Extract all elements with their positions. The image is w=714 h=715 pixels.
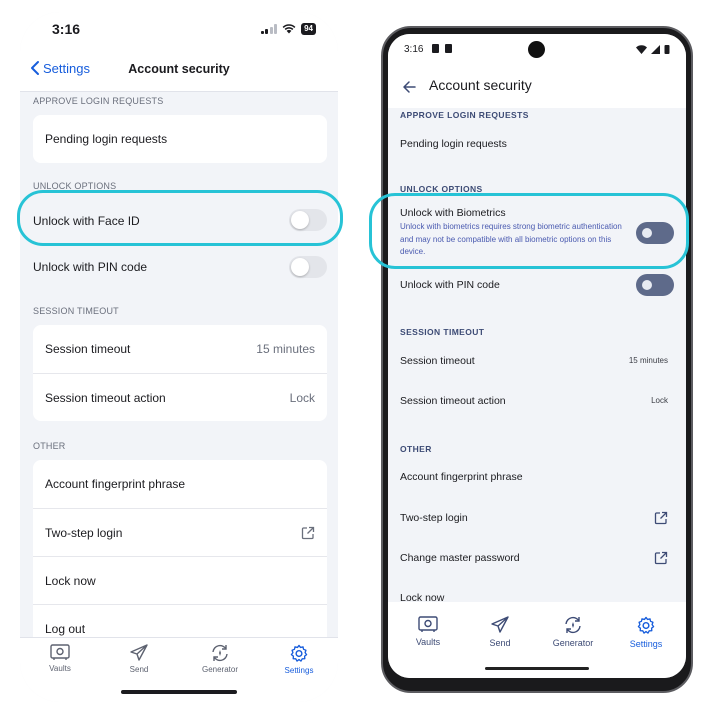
fingerprint-phrase-row[interactable]: Account fingerprint phrase <box>400 471 672 483</box>
lock-now-row[interactable]: Lock now <box>33 556 327 604</box>
tab-send[interactable]: Send <box>470 616 530 648</box>
battery-icon: 94 <box>301 23 316 35</box>
section-session-timeout: SESSION TIMEOUT <box>400 327 485 337</box>
page-title: Account security <box>128 62 230 76</box>
two-step-login-row[interactable]: Two-step login <box>400 511 672 525</box>
send-icon <box>491 616 509 633</box>
session-timeout-row[interactable]: Session timeout 15 minutes <box>33 325 327 373</box>
ios-phone-screen: 3:16 94 Settings Account security APPROV… <box>20 12 338 702</box>
tab-generator[interactable]: Generator <box>543 616 603 648</box>
row-label: Log out <box>45 621 86 636</box>
status-time: 3:16 <box>52 21 81 37</box>
arrow-left-icon[interactable] <box>402 80 416 94</box>
tab-settings[interactable]: Settings <box>616 616 676 649</box>
face-id-toggle[interactable] <box>289 209 327 231</box>
android-status-bar: 3:16 <box>388 34 686 68</box>
home-indicator <box>121 690 237 694</box>
ios-tab-bar: Vaults Send Generator Settings <box>20 637 338 702</box>
section-approve-login: APPROVE LOGIN REQUESTS <box>400 110 529 120</box>
battery-icon <box>664 45 670 54</box>
session-timeout-action-value: Lock <box>289 390 315 405</box>
android-nav-bar: Vaults Send Generator Settings <box>388 602 686 678</box>
section-approve-login: APPROVE LOGIN REQUESTS <box>33 96 164 106</box>
gesture-bar <box>485 667 589 670</box>
pending-login-requests-row[interactable]: Pending login requests <box>400 138 672 150</box>
unlock-pin-label: Unlock with PIN code <box>33 260 148 274</box>
row-label: Pending login requests <box>45 132 168 146</box>
section-other: OTHER <box>33 441 66 451</box>
session-timeout-row[interactable]: Session timeout 15 minutes <box>400 355 672 367</box>
ios-nav-bar: Settings Account security <box>20 48 338 92</box>
generator-icon <box>212 644 228 662</box>
section-other: OTHER <box>400 444 432 454</box>
row-label: Two-step login <box>400 512 468 524</box>
approve-card: Pending login requests <box>33 115 327 163</box>
session-timeout-action-row[interactable]: Session timeout action Lock <box>400 395 672 407</box>
wifi-icon <box>636 44 647 54</box>
page-title: Account security <box>429 77 532 93</box>
camera-cutout <box>528 41 545 58</box>
external-link-icon <box>301 526 315 539</box>
row-label: Session timeout <box>400 355 475 367</box>
generator-icon <box>565 616 581 634</box>
pending-login-requests-row[interactable]: Pending login requests <box>33 115 327 163</box>
gear-icon <box>637 616 655 634</box>
fingerprint-phrase-row[interactable]: Account fingerprint phrase <box>33 460 327 508</box>
android-phone-screen: 3:16 Account security APPROVE LOGIN REQU… <box>388 34 686 678</box>
tab-generator[interactable]: Generator <box>190 644 250 674</box>
tab-vaults[interactable]: Vaults <box>30 644 90 673</box>
row-label: Two-step login <box>45 525 123 540</box>
android-app-bar: Account security <box>388 68 686 108</box>
section-unlock-options: UNLOCK OPTIONS <box>33 181 117 191</box>
row-label: Account fingerprint phrase <box>45 477 186 491</box>
two-step-login-row[interactable]: Two-step login <box>33 508 327 556</box>
session-timeout-action-value: Lock <box>651 396 668 405</box>
session-timeout-value: 15 minutes <box>256 342 315 356</box>
unlock-face-id-label: Unlock with Face ID <box>33 214 140 228</box>
unlock-biometrics-label: Unlock with Biometrics <box>400 207 506 219</box>
vault-icon <box>50 644 70 660</box>
tab-vaults[interactable]: Vaults <box>398 616 458 647</box>
send-icon <box>130 644 148 661</box>
tab-settings[interactable]: Settings <box>269 644 329 675</box>
unlock-pin-label: Unlock with PIN code <box>400 279 500 291</box>
row-label: Session timeout action <box>45 390 166 405</box>
biometrics-toggle[interactable] <box>636 222 674 244</box>
external-link-icon <box>654 511 668 525</box>
signal-icon <box>260 24 278 34</box>
signal-icon <box>651 44 660 54</box>
change-master-password-row[interactable]: Change master password <box>400 551 672 565</box>
external-link-icon <box>654 551 668 565</box>
pin-toggle[interactable] <box>636 274 674 296</box>
pin-toggle[interactable] <box>289 256 327 278</box>
status-time: 3:16 <box>404 44 424 55</box>
row-label: Session timeout <box>45 342 131 356</box>
biometrics-description: Unlock with biometrics requires strong b… <box>400 222 622 256</box>
session-card: Session timeout 15 minutes Session timeo… <box>33 325 327 421</box>
other-card: Account fingerprint phrase Two-step logi… <box>33 460 327 650</box>
gear-icon <box>290 644 308 662</box>
status-icons <box>636 44 670 54</box>
section-session-timeout: SESSION TIMEOUT <box>33 306 119 316</box>
tab-send[interactable]: Send <box>109 644 169 674</box>
session-timeout-action-row[interactable]: Session timeout action Lock <box>33 373 327 421</box>
row-label: Lock now <box>45 573 96 588</box>
session-timeout-value: 15 minutes <box>628 356 668 365</box>
status-icons: 94 <box>260 23 316 35</box>
row-label: Session timeout action <box>400 395 506 407</box>
wifi-icon <box>282 24 296 34</box>
vault-icon <box>418 616 438 632</box>
row-label: Change master password <box>400 552 520 564</box>
notification-icons <box>432 44 452 53</box>
section-unlock-options: UNLOCK OPTIONS <box>400 184 483 194</box>
ios-status-bar: 3:16 94 <box>20 12 338 48</box>
